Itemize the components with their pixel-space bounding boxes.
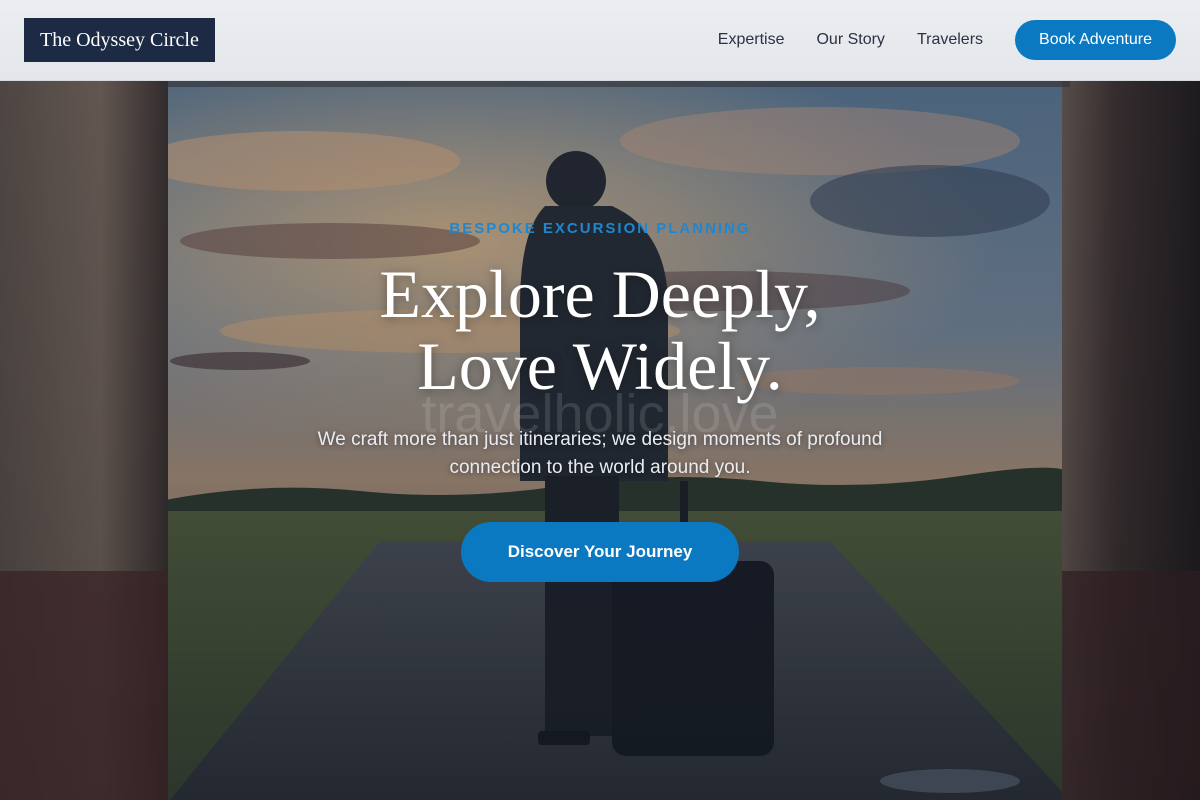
hero-background-image bbox=[0, 81, 1200, 800]
site-header: The Odyssey Circle Expertise Our Story T… bbox=[0, 0, 1200, 81]
book-adventure-button[interactable]: Book Adventure bbox=[1015, 20, 1176, 60]
site-logo[interactable]: The Odyssey Circle bbox=[24, 18, 215, 62]
hero-section bbox=[0, 81, 1200, 800]
main-nav: Expertise Our Story Travelers Book Adven… bbox=[718, 20, 1176, 60]
nav-link-our-story[interactable]: Our Story bbox=[816, 31, 884, 49]
nav-link-travelers[interactable]: Travelers bbox=[917, 31, 983, 49]
discover-journey-button[interactable]: Discover Your Journey bbox=[461, 522, 739, 582]
nav-link-expertise[interactable]: Expertise bbox=[718, 31, 785, 49]
